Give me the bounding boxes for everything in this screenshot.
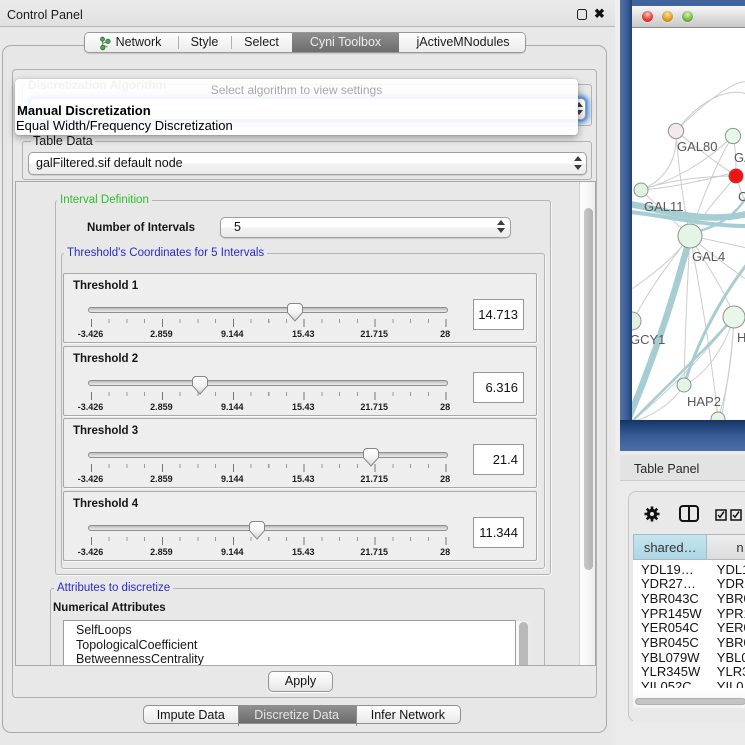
- svg-text:C: C: [738, 189, 745, 204]
- svg-text:GAL11: GAL11: [644, 199, 684, 214]
- svg-text:GCY1: GCY1: [632, 332, 665, 347]
- svg-text:H: H: [737, 330, 745, 345]
- svg-text:GAL80: GAL80: [677, 139, 717, 154]
- svg-text:HAP2: HAP2: [687, 394, 721, 409]
- svg-text:GAL4: GAL4: [692, 249, 725, 264]
- svg-text:GA: GA: [734, 150, 745, 165]
